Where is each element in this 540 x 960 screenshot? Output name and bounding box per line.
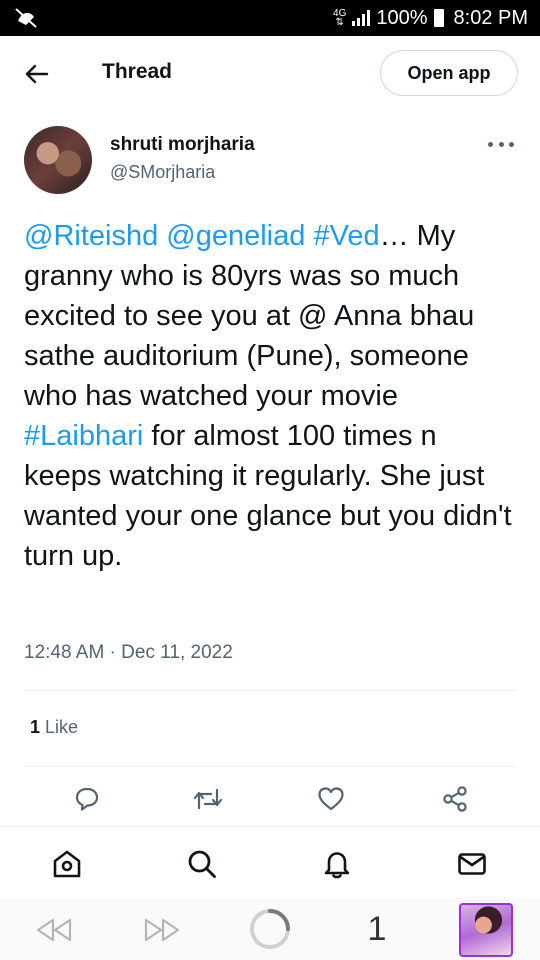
battery-icon [433, 9, 444, 27]
fast-forward-icon [144, 918, 180, 942]
page-title: Thread [102, 60, 173, 83]
status-bar: 4G ⇅ 100% 8:02 PM [0, 0, 540, 36]
clock: 8:02 PM [453, 6, 528, 29]
tweet-actions [0, 784, 540, 824]
tab-count-button[interactable]: 1 [360, 906, 394, 952]
bell-icon [324, 852, 350, 879]
browser-forward-button[interactable] [142, 914, 182, 946]
nav-search[interactable] [185, 847, 219, 881]
reply-button[interactable] [72, 784, 102, 814]
retweet-icon [193, 788, 223, 810]
retweet-button[interactable] [193, 784, 223, 814]
nav-messages[interactable] [455, 847, 489, 881]
author-handle[interactable]: @SMorjharia [110, 162, 215, 183]
profile-thumbnail-button[interactable] [458, 902, 514, 958]
status-indicators: 4G ⇅ 100% 8:02 PM [333, 0, 528, 36]
battery-percent: 100% [376, 6, 428, 29]
avatar[interactable] [24, 126, 92, 194]
open-app-button[interactable]: Open app [380, 50, 518, 96]
thread-header: Thread Open app [0, 36, 540, 112]
more-options-button[interactable] [488, 138, 514, 150]
home-icon [53, 850, 81, 878]
heart-icon [318, 787, 344, 811]
browser-refresh-button[interactable] [247, 906, 293, 952]
likes-count[interactable]: 1 Like [30, 717, 78, 738]
arrow-left-icon [25, 64, 49, 84]
like-button[interactable] [316, 784, 346, 814]
reply-icon [75, 787, 99, 811]
more-dots-icon [488, 141, 493, 147]
tweet-timestamp[interactable]: 12:48 AM · Dec 11, 2022 [24, 642, 233, 664]
divider [24, 766, 516, 767]
profile-thumbnail [459, 903, 513, 957]
mail-icon [458, 853, 486, 875]
app-notification-icon [14, 7, 38, 34]
bottom-navigation [0, 826, 540, 898]
share-button[interactable] [440, 784, 470, 814]
mention-link[interactable]: @Riteishd [24, 220, 158, 252]
nav-notifications[interactable] [320, 847, 354, 881]
signal-icon [352, 10, 371, 26]
back-button[interactable] [22, 60, 52, 88]
search-icon [188, 850, 216, 878]
browser-back-button[interactable] [34, 914, 74, 946]
network-type: 4G ⇅ [333, 8, 347, 28]
nav-home[interactable] [50, 847, 84, 881]
rewind-icon [36, 918, 72, 942]
author-name[interactable]: shruti morjharia [110, 134, 255, 156]
share-icon [443, 786, 467, 812]
tweet-text: @Riteishd @geneliad #Ved… My granny who … [24, 216, 520, 576]
browser-toolbar: 1 [0, 898, 540, 960]
loading-spinner-icon [250, 909, 290, 949]
mention-link[interactable]: @geneliad [166, 220, 305, 252]
divider [24, 690, 516, 691]
hashtag-link[interactable]: #Ved [313, 220, 379, 252]
hashtag-link[interactable]: #Laibhari [24, 420, 143, 452]
